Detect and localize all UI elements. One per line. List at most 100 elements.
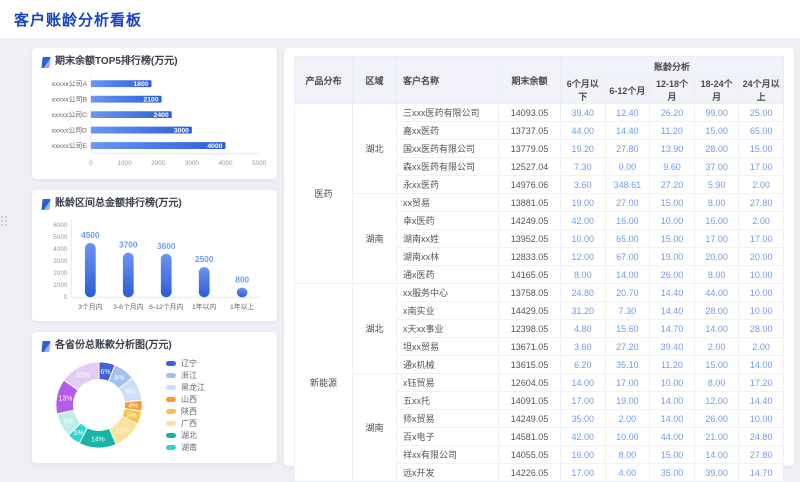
cell-aging-1[interactable]: 15.60 — [605, 320, 650, 338]
cell-aging-1[interactable]: 8.00 — [605, 446, 650, 464]
cell-aging-0[interactable]: 19.20 — [561, 140, 606, 158]
cell-aging-2[interactable]: 14.00 — [650, 410, 695, 428]
cell-aging-3[interactable]: 8.00 — [694, 194, 739, 212]
cell-aging-3[interactable]: 17.00 — [694, 230, 739, 248]
cell-aging-0[interactable]: 10.00 — [561, 230, 606, 248]
cell-aging-4[interactable]: 15.00 — [739, 140, 784, 158]
cell-aging-0[interactable]: 31.20 — [561, 302, 606, 320]
cell-aging-0[interactable]: 44.00 — [561, 122, 606, 140]
cell-aging-0[interactable]: 17.00 — [561, 392, 606, 410]
cell-aging-0[interactable]: 16.00 — [561, 446, 606, 464]
cell-aging-4[interactable]: 27.80 — [739, 194, 784, 212]
range-bar-2[interactable] — [161, 254, 172, 297]
cell-aging-1[interactable]: 19.00 — [605, 392, 650, 410]
cell-aging-2[interactable]: 39.40 — [650, 338, 695, 356]
cell-aging-1[interactable]: 27.80 — [605, 140, 650, 158]
cell-aging-4[interactable]: 25.00 — [739, 104, 784, 122]
cell-aging-0[interactable]: 14.00 — [561, 374, 606, 392]
cell-aging-2[interactable]: 26.00 — [650, 266, 695, 284]
range-bar-0[interactable] — [85, 243, 96, 297]
cell-aging-3[interactable]: 20.00 — [694, 248, 739, 266]
cell-aging-3[interactable]: 15.00 — [694, 356, 739, 374]
cell-aging-4[interactable]: 2.00 — [739, 212, 784, 230]
cell-aging-0[interactable]: 12.00 — [561, 248, 606, 266]
cell-aging-3[interactable]: 2.00 — [694, 338, 739, 356]
cell-aging-4[interactable]: 17.00 — [739, 230, 784, 248]
cell-aging-3[interactable]: 26.00 — [694, 410, 739, 428]
top5-bar-4[interactable] — [91, 142, 226, 149]
cell-aging-1[interactable]: 2.00 — [605, 410, 650, 428]
cell-aging-2[interactable]: 15.00 — [650, 446, 695, 464]
cell-aging-1[interactable]: 27.20 — [605, 338, 650, 356]
cell-aging-1[interactable]: 10.00 — [605, 428, 650, 446]
range-bar-4[interactable] — [237, 288, 248, 298]
legend-item-湖北[interactable]: 湖北 — [166, 429, 205, 441]
cell-aging-2[interactable]: 11.20 — [650, 122, 695, 140]
panel-drag-handle-icon[interactable] — [1, 216, 9, 228]
cell-aging-2[interactable]: 14.00 — [650, 392, 695, 410]
cell-aging-4[interactable]: 17.00 — [739, 158, 784, 176]
cell-aging-1[interactable]: 67.00 — [605, 248, 650, 266]
cell-aging-4[interactable]: 14.00 — [739, 356, 784, 374]
cell-aging-1[interactable]: 65.00 — [605, 230, 650, 248]
cell-aging-2[interactable]: 10.00 — [650, 212, 695, 230]
legend-item-辽宁[interactable]: 辽宁 — [166, 357, 205, 369]
cell-aging-0[interactable]: 3.60 — [561, 338, 606, 356]
cell-aging-3[interactable]: 12.00 — [694, 392, 739, 410]
legend-item-黑龙江[interactable]: 黑龙江 — [166, 381, 205, 393]
cell-aging-4[interactable]: 10.00 — [739, 266, 784, 284]
cell-aging-2[interactable]: 14.70 — [650, 320, 695, 338]
cell-aging-3[interactable]: 28.00 — [694, 302, 739, 320]
cell-aging-2[interactable]: 11.20 — [650, 356, 695, 374]
cell-aging-4[interactable]: 17.20 — [739, 374, 784, 392]
legend-item-山西[interactable]: 山西 — [166, 393, 205, 405]
range-bar-3[interactable] — [199, 267, 210, 297]
cell-aging-3[interactable]: 14.00 — [694, 320, 739, 338]
cell-aging-1[interactable]: 348.61 — [605, 176, 650, 194]
cell-aging-1[interactable]: 7.30 — [605, 302, 650, 320]
cell-aging-3[interactable]: 21.00 — [694, 428, 739, 446]
cell-aging-2[interactable]: 10.00 — [650, 374, 695, 392]
cell-aging-3[interactable]: 8.00 — [694, 266, 739, 284]
donut-chart-svg[interactable]: 6%8%9%4%5%11%14%5%9%13%15% — [50, 356, 148, 454]
cell-aging-2[interactable]: 26.20 — [650, 104, 695, 122]
cell-aging-4[interactable]: 10.00 — [739, 302, 784, 320]
cell-aging-0[interactable]: 17.00 — [561, 464, 606, 482]
cell-aging-2[interactable]: 9.60 — [650, 158, 695, 176]
cell-aging-3[interactable]: 15.00 — [694, 122, 739, 140]
cell-aging-2[interactable]: 44.00 — [650, 428, 695, 446]
cell-aging-2[interactable]: 19.00 — [650, 248, 695, 266]
cell-aging-3[interactable]: 28.00 — [694, 140, 739, 158]
cell-aging-2[interactable]: 27.20 — [650, 176, 695, 194]
cell-aging-3[interactable]: 44.00 — [694, 284, 739, 302]
cell-aging-2[interactable]: 14.40 — [650, 284, 695, 302]
cell-aging-1[interactable]: 14.40 — [605, 122, 650, 140]
cell-aging-0[interactable]: 19.00 — [561, 194, 606, 212]
cell-aging-1[interactable]: 16.00 — [605, 212, 650, 230]
cell-aging-1[interactable]: 17.00 — [605, 374, 650, 392]
cell-aging-0[interactable]: 6.20 — [561, 356, 606, 374]
cell-aging-0[interactable]: 42.00 — [561, 212, 606, 230]
cell-aging-1[interactable]: 14.00 — [605, 266, 650, 284]
cell-aging-0[interactable]: 4.80 — [561, 320, 606, 338]
cell-aging-4[interactable]: 2.00 — [739, 176, 784, 194]
cell-aging-2[interactable]: 14.40 — [650, 302, 695, 320]
cell-aging-1[interactable]: 4.00 — [605, 464, 650, 482]
cell-aging-0[interactable]: 3.60 — [561, 176, 606, 194]
cell-aging-1[interactable]: 12.40 — [605, 104, 650, 122]
legend-item-陕西[interactable]: 陕西 — [166, 405, 205, 417]
cell-aging-0[interactable]: 24.80 — [561, 284, 606, 302]
cell-aging-1[interactable]: 20.70 — [605, 284, 650, 302]
cell-aging-2[interactable]: 15.00 — [650, 230, 695, 248]
cell-aging-2[interactable]: 15.00 — [650, 194, 695, 212]
cell-aging-4[interactable]: 24.80 — [739, 428, 784, 446]
legend-item-浙江[interactable]: 浙江 — [166, 369, 205, 381]
cell-aging-4[interactable]: 27.80 — [739, 446, 784, 464]
top5-bar-chart[interactable]: xxxxx公司A1800xxxxx公司B2100xxxxx公司C2400xxxx… — [42, 70, 267, 172]
cell-aging-3[interactable]: 37.00 — [694, 158, 739, 176]
cell-aging-1[interactable]: 35.10 — [605, 356, 650, 374]
cell-aging-4[interactable]: 14.70 — [739, 464, 784, 482]
cell-aging-3[interactable]: 16.00 — [694, 212, 739, 230]
cell-aging-3[interactable]: 99.00 — [694, 104, 739, 122]
cell-aging-3[interactable]: 39.00 — [694, 464, 739, 482]
